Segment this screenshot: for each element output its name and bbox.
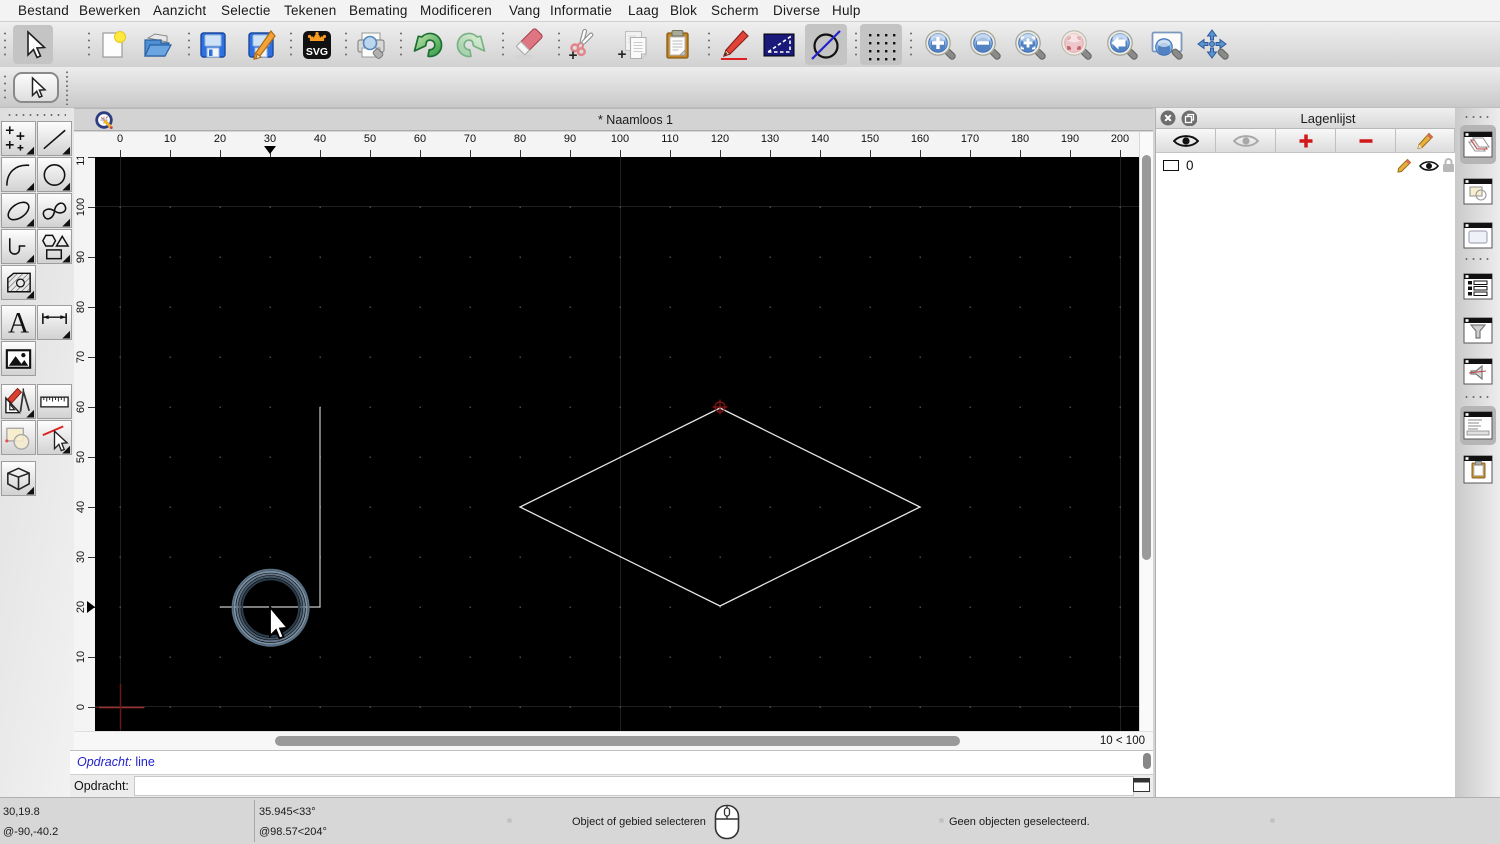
svg-text:SVG: SVG <box>306 46 328 58</box>
svg-text:A: A <box>8 307 29 339</box>
